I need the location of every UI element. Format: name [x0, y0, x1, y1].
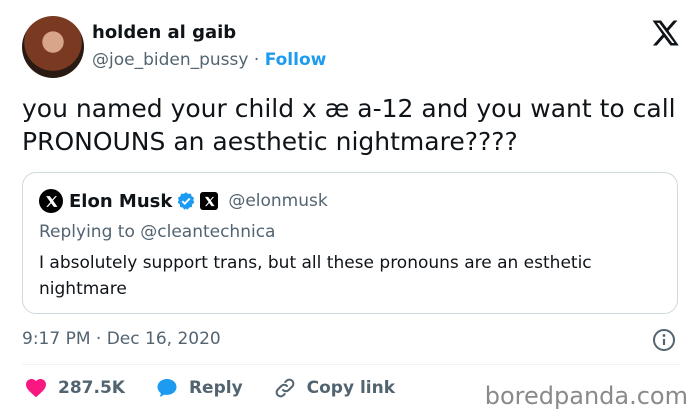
author-avatar[interactable] — [22, 16, 84, 78]
quoted-author-name: Elon Musk — [69, 190, 173, 212]
follow-button[interactable]: Follow — [265, 50, 327, 70]
quoted-author-handle: @elonmusk — [228, 191, 328, 211]
separator-dot: · — [253, 50, 260, 70]
verified-badge-icon — [177, 192, 195, 210]
action-bar: 287.5K Reply Copy link — [24, 376, 425, 400]
info-icon[interactable] — [652, 328, 676, 352]
watermark: boredpanda.com — [484, 382, 688, 410]
quoted-header: Elon Musk @elonmusk — [39, 189, 328, 213]
quoted-tweet[interactable]: Elon Musk @elonmusk Replying to @cleante… — [22, 172, 678, 314]
quoted-text: I absolutely support trans, but all thes… — [39, 253, 592, 299]
like-count: 287.5K — [58, 378, 125, 398]
author-handle[interactable]: @joe_biden_pussy — [92, 50, 248, 70]
link-icon — [275, 378, 295, 398]
copy-link-button[interactable]: Copy link — [273, 376, 395, 400]
tweet-text: you named your child x æ a-12 and you wa… — [22, 94, 676, 156]
author-handle-line: @joe_biden_pussy · Follow — [92, 49, 326, 71]
x-logo-icon[interactable] — [650, 18, 680, 48]
quoted-avatar — [39, 189, 63, 213]
tweet-timestamp[interactable]: 9:17 PM · Dec 16, 2020 — [22, 329, 221, 349]
reply-label: Reply — [188, 378, 243, 398]
reply-icon — [157, 379, 177, 397]
replying-to: Replying to @cleantechnica — [39, 222, 276, 242]
like-button[interactable]: 287.5K — [24, 376, 125, 400]
author-name[interactable]: holden al gaib — [92, 22, 326, 44]
quoted-avatar-x-icon — [45, 195, 57, 207]
copy-link-label: Copy link — [306, 378, 396, 398]
divider — [22, 364, 680, 365]
affiliate-x-icon — [200, 192, 219, 210]
heart-icon — [26, 379, 46, 398]
reply-button[interactable]: Reply — [155, 376, 243, 400]
author-block: holden al gaib @joe_biden_pussy · Follow — [92, 22, 326, 71]
